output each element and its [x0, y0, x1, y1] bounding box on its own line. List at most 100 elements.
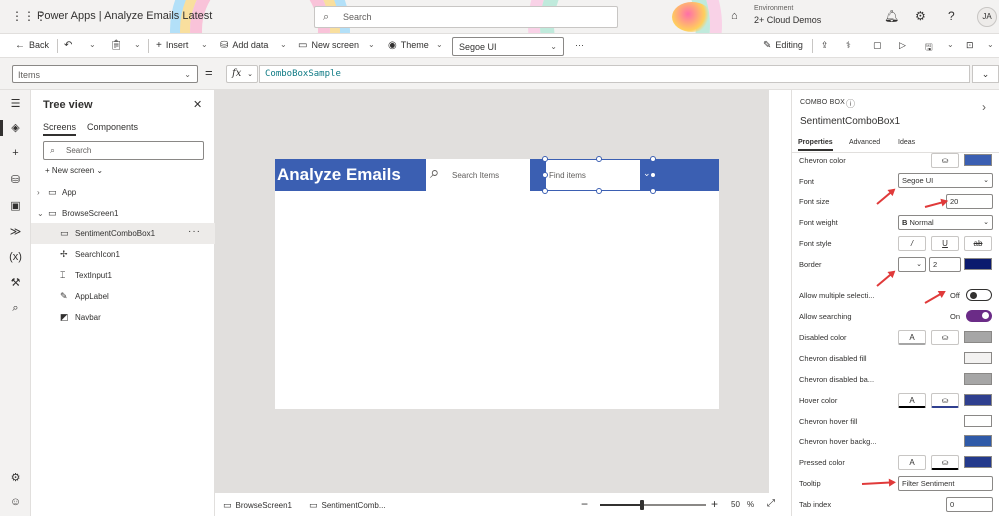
- fill-bucket-icon[interactable]: ⛀: [931, 153, 959, 168]
- more-options-button[interactable]: ···: [188, 226, 201, 237]
- tree-item-app[interactable]: › ▭ App: [31, 182, 215, 203]
- app-checker-icon[interactable]: ⚕: [846, 40, 851, 51]
- breadcrumb-control[interactable]: ▭ SentimentComb...: [309, 500, 386, 511]
- automate-icon[interactable]: ≫: [0, 225, 31, 238]
- chevron-down-icon[interactable]: ⌄: [368, 40, 375, 49]
- tab-screens[interactable]: Screens: [43, 122, 77, 136]
- tree-search-input[interactable]: ⌕ Search: [43, 141, 204, 160]
- theme-button[interactable]: ◉ Theme: [388, 40, 429, 51]
- tools-icon[interactable]: ⚒: [0, 276, 31, 289]
- fill-bucket-icon[interactable]: ⛀: [931, 455, 959, 470]
- fill-bucket-icon[interactable]: ⛀: [931, 330, 959, 345]
- zoom-out-button[interactable]: −: [581, 497, 588, 511]
- database-icon[interactable]: ⛁: [0, 173, 31, 186]
- color-swatch[interactable]: [964, 154, 992, 166]
- font-select[interactable]: Segoe UI ⌄: [452, 37, 564, 56]
- fill-bucket-icon[interactable]: ⛀: [931, 393, 959, 408]
- tree-item-navbar[interactable]: ◩ Navbar: [31, 307, 215, 328]
- color-swatch[interactable]: [964, 258, 992, 270]
- strikethrough-icon[interactable]: ab: [964, 236, 992, 251]
- chevron-down-icon[interactable]: ⌄: [280, 40, 287, 49]
- avatar[interactable]: JA: [977, 7, 997, 27]
- zoom-in-button[interactable]: +: [711, 497, 718, 511]
- new-screen-button[interactable]: ▭ New screen: [298, 40, 359, 51]
- chevron-down-icon[interactable]: ⌄: [201, 40, 208, 49]
- color-swatch[interactable]: [964, 456, 992, 468]
- color-swatch[interactable]: [964, 352, 992, 364]
- color-swatch[interactable]: [964, 435, 992, 447]
- chevron-down-icon[interactable]: ⌄: [37, 209, 44, 218]
- search-icon[interactable]: ⌕: [430, 163, 440, 183]
- comments-icon[interactable]: ▢: [873, 40, 882, 51]
- resize-handle[interactable]: [542, 156, 548, 162]
- chevron-down-icon[interactable]: ⌄: [436, 40, 443, 49]
- font-size-input[interactable]: 20: [946, 194, 993, 209]
- function-button[interactable]: fx ⌄: [226, 65, 258, 83]
- undo-button[interactable]: ↶: [64, 40, 76, 51]
- add-data-button[interactable]: ⛁ Add data: [220, 40, 268, 51]
- editing-button[interactable]: ✎ Editing: [763, 40, 803, 51]
- font-weight-select[interactable]: B Normal ⌄: [898, 215, 993, 230]
- virtual-agent-icon[interactable]: ☺: [0, 496, 31, 508]
- tab-ideas[interactable]: Ideas: [898, 139, 915, 146]
- resize-handle[interactable]: [542, 188, 548, 194]
- expand-formula-button[interactable]: ⌄: [972, 65, 999, 83]
- font-color-icon[interactable]: A: [898, 393, 926, 408]
- color-swatch[interactable]: [964, 415, 992, 427]
- color-swatch[interactable]: [964, 331, 992, 343]
- plus-icon[interactable]: +: [0, 147, 31, 159]
- font-color-icon[interactable]: A: [898, 330, 926, 345]
- allow-searching-toggle[interactable]: [966, 310, 992, 322]
- zoom-slider[interactable]: [600, 500, 706, 510]
- share-icon[interactable]: ⇪: [821, 40, 829, 51]
- environment-name[interactable]: 2+ Cloud Demos: [754, 15, 821, 25]
- waffle-icon[interactable]: ⋮⋮⋮: [11, 10, 47, 22]
- resize-handle[interactable]: [596, 156, 602, 162]
- app-screen[interactable]: Analyze Emails ⌕ Search Items Find items…: [275, 156, 719, 409]
- search-icon[interactable]: ⌕: [0, 302, 31, 315]
- more-commands-button[interactable]: ···: [575, 40, 584, 50]
- property-select[interactable]: Items ⌄: [12, 65, 198, 83]
- chevron-down-icon[interactable]: ⌄: [89, 40, 96, 49]
- fit-to-window-icon[interactable]: ⤢: [767, 498, 775, 509]
- zoom-slider-thumb[interactable]: [640, 500, 645, 510]
- publish-icon[interactable]: ⊡: [966, 40, 974, 51]
- new-screen-button[interactable]: + New screen ⌄: [45, 166, 103, 175]
- font-select[interactable]: Segoe UI ⌄: [898, 173, 993, 188]
- color-swatch[interactable]: [964, 394, 992, 406]
- resize-handle[interactable]: [542, 172, 548, 178]
- global-search-input[interactable]: ⌕ Search: [314, 6, 618, 28]
- chevron-down-icon[interactable]: ⌄: [987, 40, 994, 49]
- gear-icon[interactable]: ⚙: [0, 471, 31, 484]
- resize-handle[interactable]: [650, 172, 656, 178]
- chevron-down-icon[interactable]: ⌄: [134, 40, 141, 49]
- bell-icon[interactable]: 🔔︎: [884, 9, 899, 23]
- chevron-right-icon[interactable]: ›: [37, 188, 40, 197]
- tree-item-applabel[interactable]: ✎ AppLabel: [31, 286, 215, 307]
- insert-button[interactable]: + Insert: [156, 40, 188, 51]
- media-icon[interactable]: ▣: [0, 199, 31, 212]
- tab-components[interactable]: Components: [87, 122, 138, 132]
- tooltip-input[interactable]: Filter Sentiment: [898, 476, 993, 491]
- help-icon[interactable]: ?: [948, 9, 955, 23]
- chevron-down-icon[interactable]: ⌄: [947, 40, 954, 49]
- color-swatch[interactable]: [964, 373, 992, 385]
- tree-item-sentimentcombobox[interactable]: ▭ SentimentComboBox1 ···: [31, 223, 215, 244]
- back-button[interactable]: ← Back: [15, 40, 49, 51]
- resize-handle[interactable]: [650, 188, 656, 194]
- border-style-select[interactable]: ⌄: [898, 257, 926, 272]
- font-color-icon[interactable]: A: [898, 455, 926, 470]
- text-input[interactable]: ⌕ Search Items: [426, 159, 530, 191]
- chevron-right-icon[interactable]: ›: [982, 100, 986, 114]
- underline-icon[interactable]: U: [931, 236, 959, 251]
- formula-input[interactable]: ComboBoxSample: [259, 65, 970, 83]
- layers-icon[interactable]: ◈: [0, 121, 31, 134]
- tree-item-browsescreen[interactable]: ⌄ ▭ BrowseScreen1: [31, 203, 215, 224]
- tree-item-searchicon[interactable]: ✢ SearchIcon1: [31, 244, 215, 265]
- close-icon[interactable]: ✕: [193, 98, 202, 111]
- allow-multiple-toggle[interactable]: [966, 289, 992, 301]
- breadcrumb-screen[interactable]: ▭ BrowseScreen1: [223, 500, 292, 511]
- hamburger-icon[interactable]: ☰: [0, 97, 31, 110]
- tab-index-input[interactable]: 0: [946, 497, 993, 512]
- paste-button[interactable]: 📋︎: [110, 40, 127, 51]
